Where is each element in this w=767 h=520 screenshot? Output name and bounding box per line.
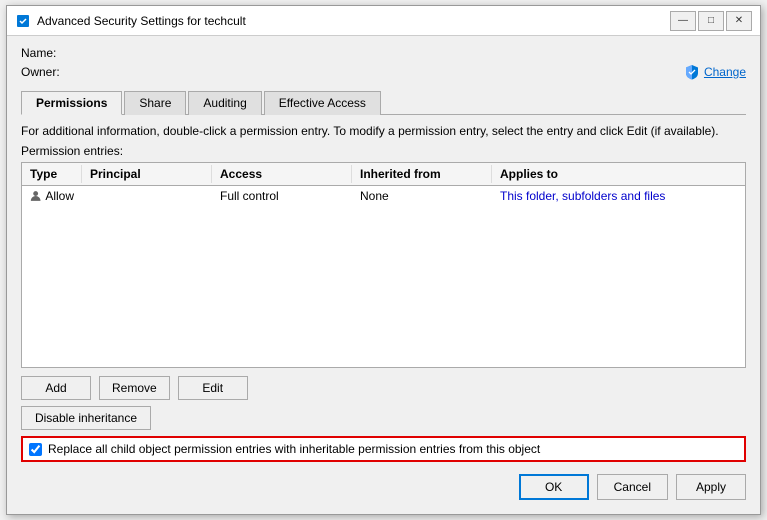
header-principal: Principal [82, 165, 212, 183]
cell-applies: This folder, subfolders and files [492, 187, 745, 205]
name-row: Name: [21, 46, 746, 60]
permission-table: Type Principal Access Inherited from App… [21, 162, 746, 368]
change-label: Change [704, 65, 746, 79]
cell-inherited: None [352, 187, 492, 205]
replace-permissions-checkbox[interactable] [29, 443, 42, 456]
close-button[interactable]: ✕ [726, 11, 752, 31]
name-label: Name: [21, 46, 71, 60]
title-controls: — □ ✕ [670, 11, 752, 31]
cell-type: Allow [22, 187, 82, 205]
window-title: Advanced Security Settings for techcult [37, 14, 670, 28]
header-type: Type [22, 165, 82, 183]
cancel-button[interactable]: Cancel [597, 474, 668, 500]
header-inherited-from: Inherited from [352, 165, 492, 183]
header-applies-to: Applies to [492, 165, 745, 183]
disable-inheritance-row: Disable inheritance [21, 406, 746, 430]
user-icon [30, 189, 41, 203]
add-button[interactable]: Add [21, 376, 91, 400]
disable-inheritance-button[interactable]: Disable inheritance [21, 406, 151, 430]
change-owner-link[interactable]: Change [684, 64, 746, 80]
owner-label: Owner: [21, 65, 684, 79]
permission-entries-label: Permission entries: [21, 144, 746, 158]
header-access: Access [212, 165, 352, 183]
tab-share[interactable]: Share [124, 91, 186, 115]
owner-row: Owner: Change [21, 64, 746, 80]
tab-auditing[interactable]: Auditing [188, 91, 261, 115]
maximize-button[interactable]: □ [698, 11, 724, 31]
replace-permissions-label: Replace all child object permission entr… [48, 442, 540, 456]
cell-access: Full control [212, 187, 352, 205]
tab-effective-access[interactable]: Effective Access [264, 91, 381, 115]
cell-principal [82, 194, 212, 198]
dialog-buttons: OK Cancel Apply [21, 474, 746, 504]
table-body: Allow Full control None This folder, sub… [22, 186, 745, 367]
bottom-section: Add Remove Edit Disable inheritance Repl… [21, 376, 746, 504]
tab-permissions[interactable]: Permissions [21, 91, 122, 115]
replace-permissions-row: Replace all child object permission entr… [21, 436, 746, 462]
edit-button[interactable]: Edit [178, 376, 248, 400]
apply-button[interactable]: Apply [676, 474, 746, 500]
tab-bar: Permissions Share Auditing Effective Acc… [21, 90, 746, 115]
table-header: Type Principal Access Inherited from App… [22, 163, 745, 186]
main-window: Advanced Security Settings for techcult … [6, 5, 761, 515]
window-icon [15, 13, 31, 29]
title-bar: Advanced Security Settings for techcult … [7, 6, 760, 36]
ok-button[interactable]: OK [519, 474, 589, 500]
remove-button[interactable]: Remove [99, 376, 170, 400]
info-text: For additional information, double-click… [21, 123, 746, 140]
shield-uac-icon [684, 64, 700, 80]
minimize-button[interactable]: — [670, 11, 696, 31]
content-area: Name: Owner: Change Permissions Share [7, 36, 760, 514]
table-row[interactable]: Allow Full control None This folder, sub… [22, 186, 745, 206]
action-buttons-row: Add Remove Edit [21, 376, 746, 400]
